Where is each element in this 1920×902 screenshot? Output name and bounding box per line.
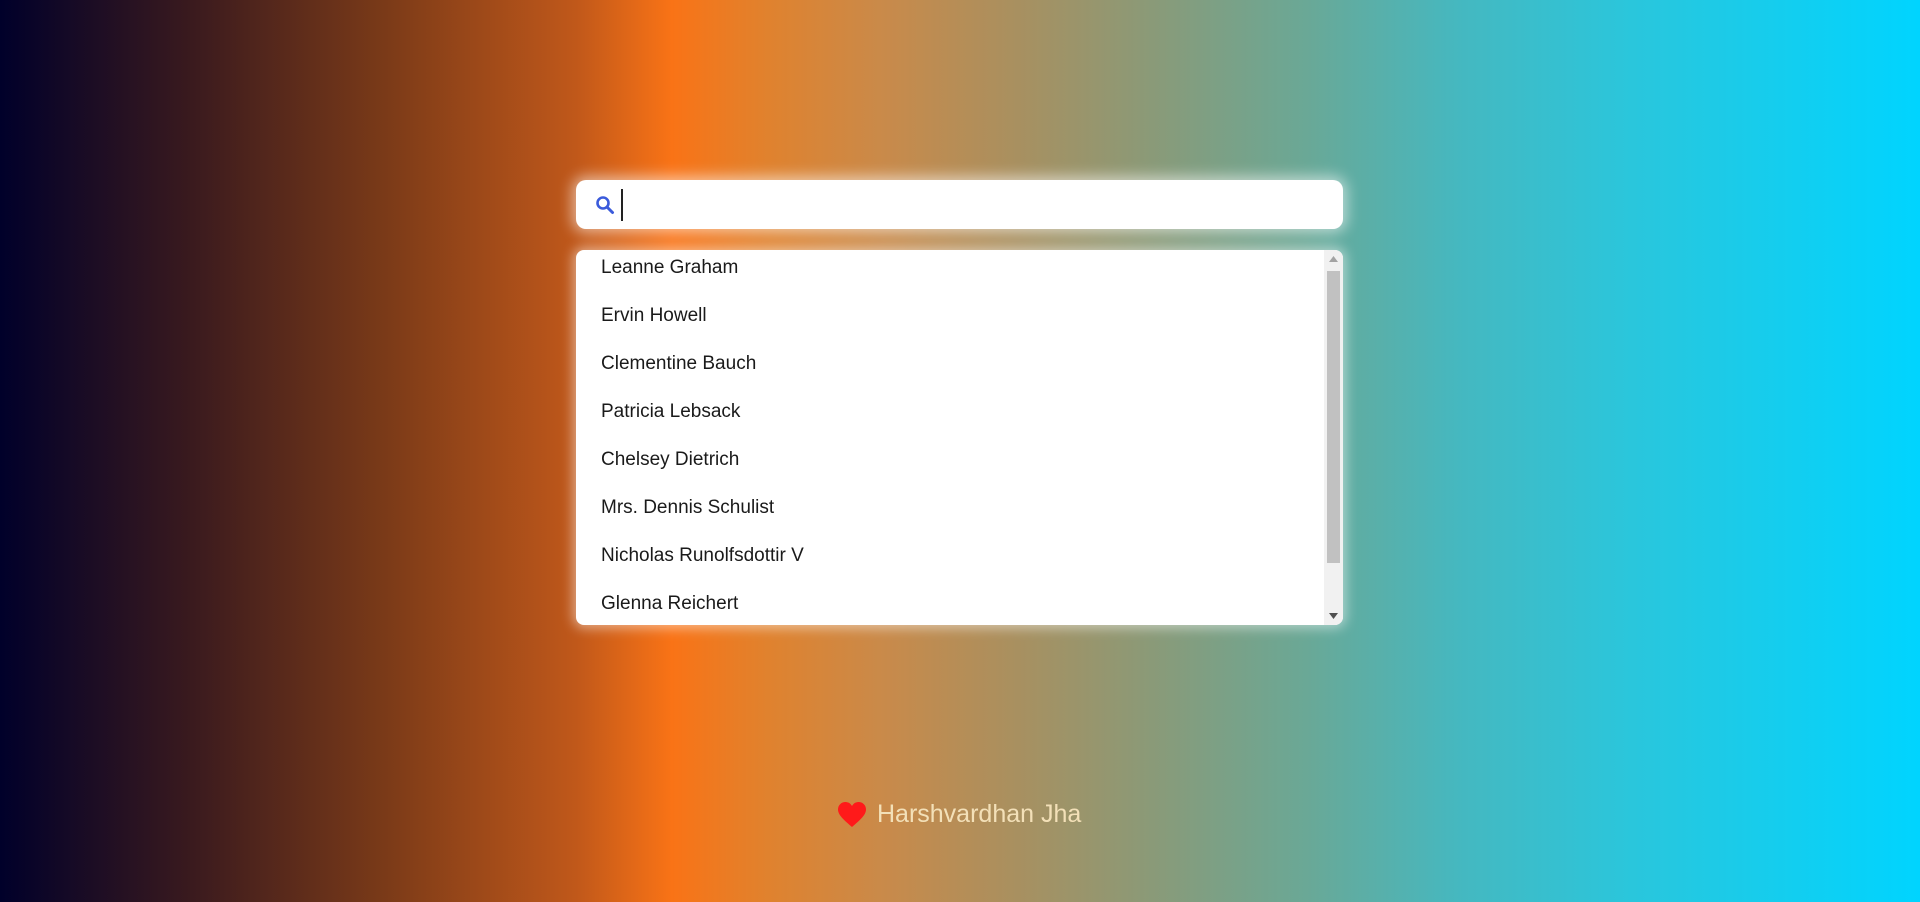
scroll-down-arrow-icon[interactable] — [1324, 607, 1343, 625]
page-background: Leanne Graham Ervin Howell Clementine Ba… — [0, 0, 1920, 902]
search-icon — [595, 195, 615, 215]
list-item[interactable]: Mrs. Dennis Schulist — [576, 484, 1324, 532]
list-item[interactable]: Leanne Graham — [576, 250, 1324, 292]
list-item[interactable]: Patricia Lebsack — [576, 388, 1324, 436]
scrollbar-thumb[interactable] — [1327, 271, 1340, 563]
scrollbar[interactable] — [1324, 250, 1343, 625]
list-item[interactable]: Nicholas Runolfsdottir V — [576, 532, 1324, 580]
list-item[interactable]: Glenna Reichert — [576, 580, 1324, 625]
heart-icon — [838, 801, 866, 828]
results-list: Leanne Graham Ervin Howell Clementine Ba… — [576, 250, 1324, 625]
list-item[interactable]: Chelsey Dietrich — [576, 436, 1324, 484]
footer-credit: Harshvardhan Jha — [838, 800, 1081, 829]
author-name: Harshvardhan Jha — [877, 800, 1082, 828]
list-item[interactable]: Ervin Howell — [576, 292, 1324, 340]
search-bar[interactable] — [576, 180, 1343, 229]
list-item[interactable]: Clementine Bauch — [576, 340, 1324, 388]
scroll-up-arrow-icon[interactable] — [1324, 250, 1343, 268]
search-input[interactable] — [621, 188, 1331, 221]
results-dropdown[interactable]: Leanne Graham Ervin Howell Clementine Ba… — [576, 250, 1343, 625]
